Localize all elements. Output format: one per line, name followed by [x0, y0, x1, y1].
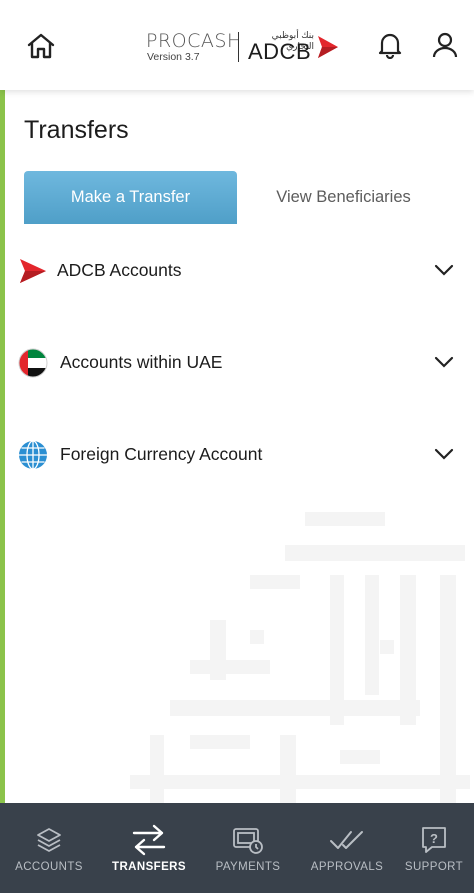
- globe-icon: [18, 440, 48, 470]
- section-label: Foreign Currency Account: [60, 444, 263, 464]
- bank-name: ADCB: [248, 39, 312, 64]
- double-check-icon: [327, 823, 367, 857]
- kufic-watermark-icon: [130, 510, 474, 803]
- nav-accounts[interactable]: ACCOUNTS: [9, 803, 89, 893]
- layers-icon: [29, 823, 69, 857]
- svg-text:?: ?: [430, 831, 438, 846]
- nav-label: PAYMENTS: [215, 861, 281, 873]
- chevron-down-icon[interactable]: [433, 355, 455, 369]
- accent-bar: [0, 90, 5, 803]
- payments-icon: [228, 823, 268, 857]
- brand-logo: PROCASH Version 3.7 بنك أبوظبي التجاري A…: [146, 30, 346, 64]
- adcb-logo-icon: [316, 34, 340, 60]
- section-accounts-within-uae[interactable]: Accounts within UAE: [0, 343, 474, 383]
- user-profile-icon[interactable]: [432, 31, 458, 59]
- product-name: PROCASH: [146, 30, 242, 52]
- page-title: Transfers: [24, 116, 129, 144]
- help-icon: ?: [414, 823, 454, 857]
- section-label: ADCB Accounts: [57, 260, 182, 280]
- nav-support[interactable]: ? SUPPORT: [394, 803, 474, 893]
- adcb-logo-icon: [18, 256, 48, 286]
- app-header: PROCASH Version 3.7 بنك أبوظبي التجاري A…: [0, 0, 474, 90]
- home-icon[interactable]: [26, 32, 56, 60]
- tab-view-beneficiaries[interactable]: View Beneficiaries: [237, 171, 450, 224]
- chevron-down-icon[interactable]: [433, 263, 455, 277]
- brand-divider: [238, 32, 239, 62]
- section-label: Accounts within UAE: [60, 352, 223, 372]
- bell-icon[interactable]: [377, 31, 403, 60]
- version-label: Version 3.7: [147, 51, 200, 63]
- nav-label: APPROVALS: [310, 861, 384, 873]
- nav-label: SUPPORT: [404, 861, 464, 873]
- uae-flag-icon: [18, 348, 48, 378]
- nav-approvals[interactable]: APPROVALS: [307, 803, 387, 893]
- section-adcb-accounts[interactable]: ADCB Accounts: [0, 251, 474, 291]
- bottom-navigation: ACCOUNTS TRANSFERS PAYMENTS APPROVALS ? …: [0, 803, 474, 893]
- nav-transfers[interactable]: TRANSFERS: [109, 803, 189, 893]
- tab-make-a-transfer[interactable]: Make a Transfer: [24, 171, 237, 224]
- nav-payments[interactable]: PAYMENTS: [208, 803, 288, 893]
- chevron-down-icon[interactable]: [433, 447, 455, 461]
- nav-label: TRANSFERS: [112, 861, 186, 873]
- transfer-arrows-icon: [129, 823, 169, 857]
- nav-label: ACCOUNTS: [15, 861, 83, 873]
- section-foreign-currency-account[interactable]: Foreign Currency Account: [0, 435, 474, 475]
